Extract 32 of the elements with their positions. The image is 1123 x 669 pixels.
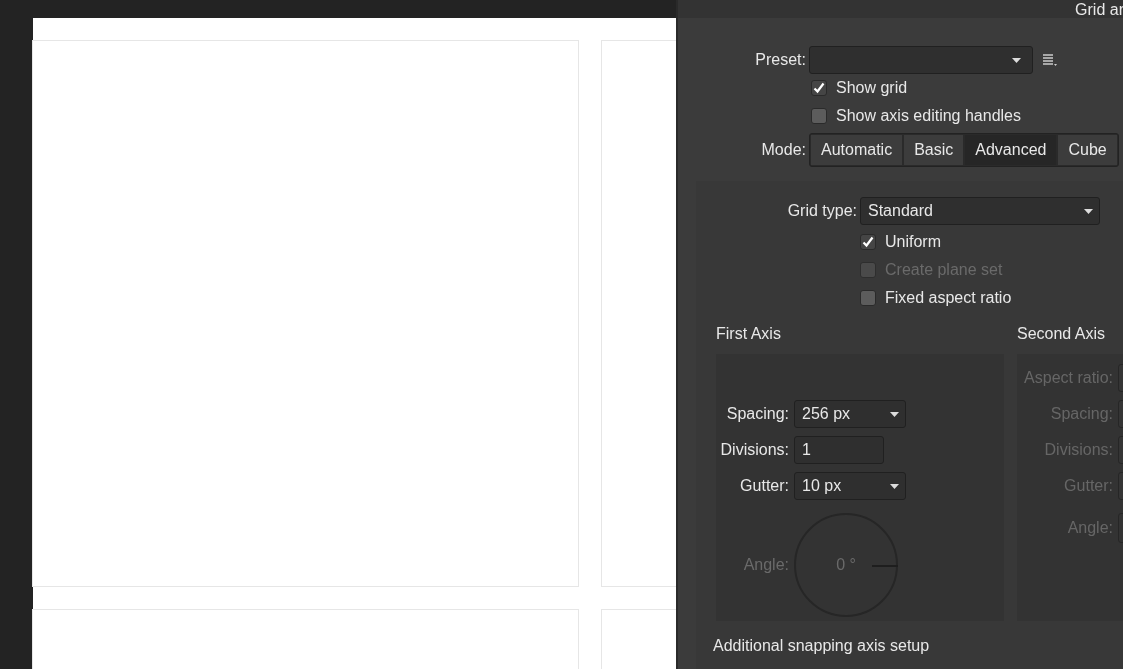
checkbox-label: Fixed aspect ratio bbox=[885, 289, 1012, 307]
field-label: Gutter: bbox=[739, 477, 790, 495]
section-heading: First Axis bbox=[716, 324, 782, 344]
caret-icon bbox=[890, 483, 899, 489]
caret-icon bbox=[890, 411, 899, 417]
section-heading: Additional snapping axis setup bbox=[712, 637, 931, 655]
checkbox-label: Uniform bbox=[885, 233, 941, 251]
section-heading: Second Axis bbox=[1017, 324, 1107, 344]
mode-tab[interactable]: Basic bbox=[904, 135, 964, 165]
field-label: Mode: bbox=[760, 141, 807, 159]
mode-tab[interactable]: Cube bbox=[1058, 135, 1117, 165]
checkbox[interactable] bbox=[811, 108, 827, 124]
mode-tab[interactable]: Advanced bbox=[965, 135, 1057, 165]
dropdown[interactable]: 10 px bbox=[794, 472, 906, 500]
panel-title: Grid ar bbox=[1075, 2, 1123, 18]
mode-tab[interactable]: Automatic bbox=[811, 135, 903, 165]
caret-icon bbox=[1012, 57, 1021, 63]
preset-dropdown[interactable] bbox=[809, 46, 1033, 74]
field-label: Divisions: bbox=[719, 441, 790, 459]
dropdown[interactable]: 256 px bbox=[794, 400, 906, 428]
checkbox-label: Show axis editing handles bbox=[836, 107, 1021, 125]
caret-icon bbox=[1084, 208, 1093, 214]
checkbox[interactable] bbox=[811, 80, 827, 96]
number-field[interactable]: 1 bbox=[794, 436, 884, 464]
grid-type-dropdown[interactable]: Standard bbox=[860, 197, 1100, 225]
checkbox-label: Show grid bbox=[836, 79, 908, 97]
field-label: Grid type: bbox=[786, 202, 858, 220]
list-menu-icon[interactable] bbox=[1043, 54, 1057, 66]
field-label: Spacing: bbox=[725, 405, 790, 423]
field-label: Preset: bbox=[754, 51, 807, 69]
checkbox[interactable] bbox=[860, 290, 876, 306]
checkbox[interactable] bbox=[860, 234, 876, 250]
